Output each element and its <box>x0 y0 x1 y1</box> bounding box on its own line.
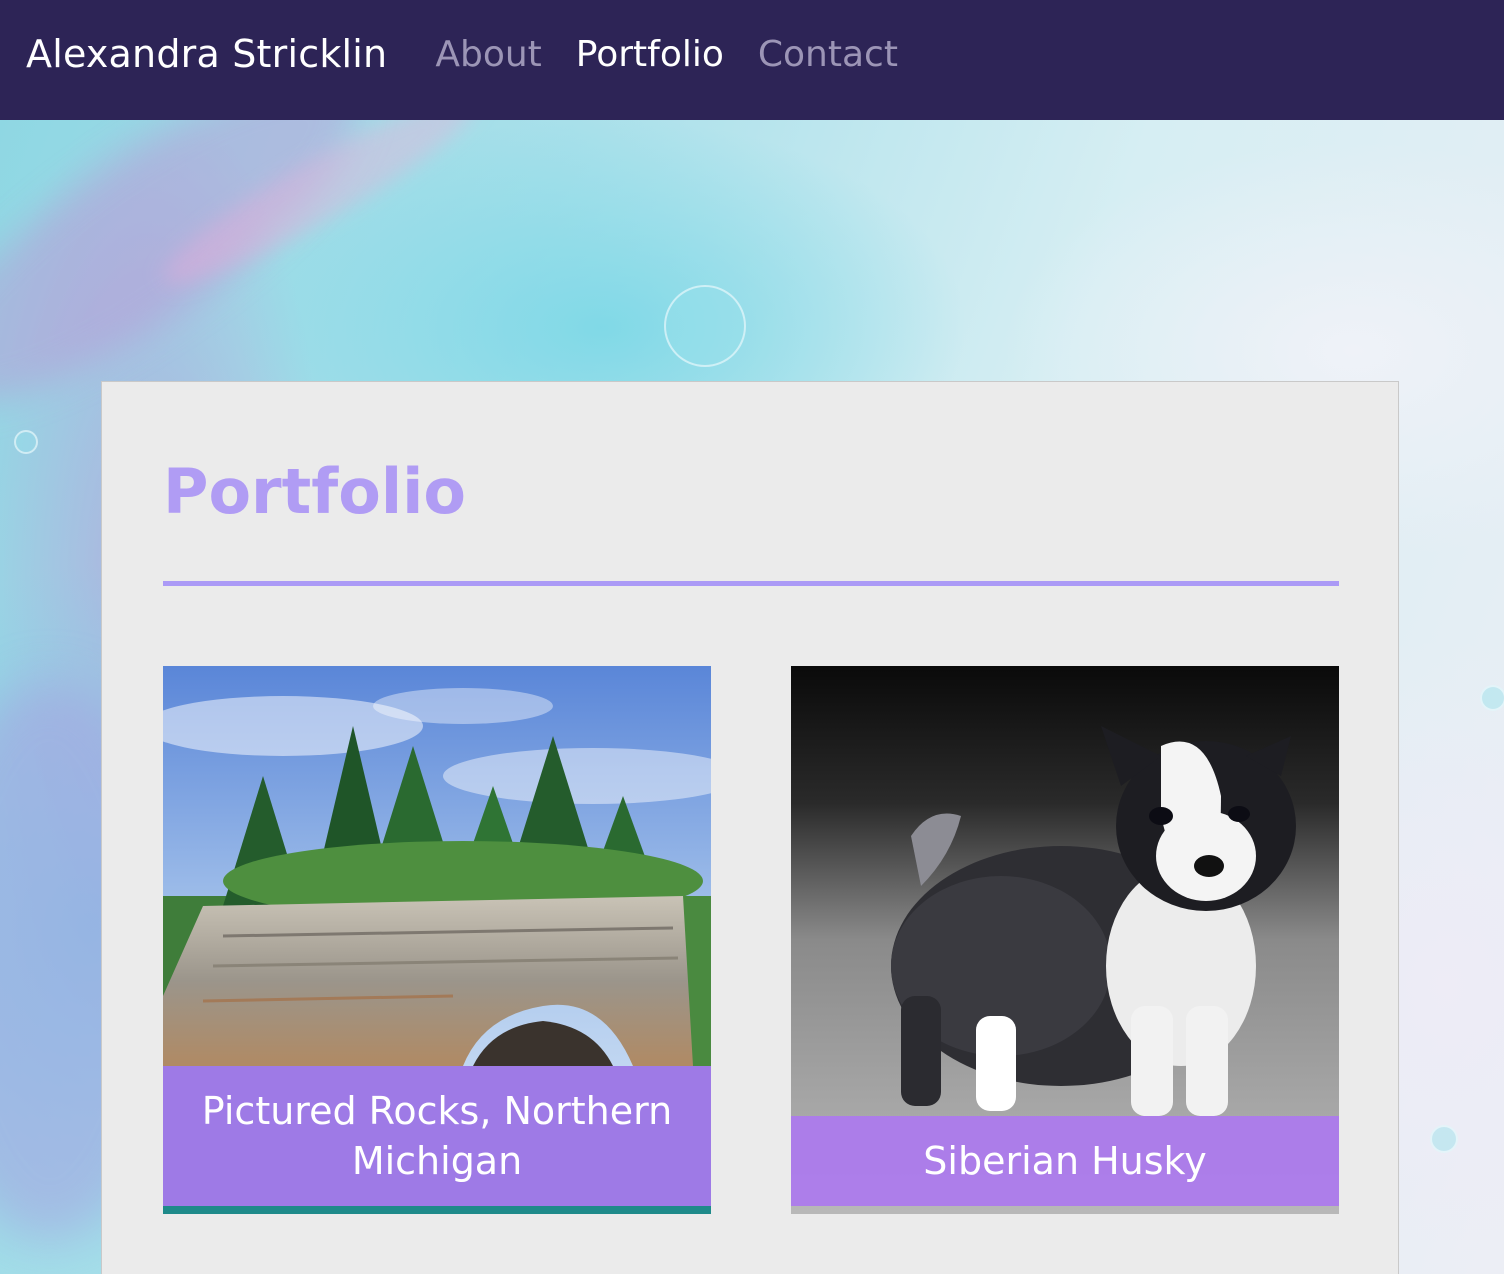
portfolio-card: Portfolio Pictured Rocks, Northern Michi… <box>101 381 1399 1274</box>
portfolio-caption: Pictured Rocks, Northern Michigan <box>163 1066 711 1206</box>
title-divider <box>163 581 1339 586</box>
nav-link-portfolio[interactable]: Portfolio <box>576 34 724 75</box>
nav-link-contact[interactable]: Contact <box>758 34 898 75</box>
portfolio-caption: Siberian Husky <box>791 1116 1339 1206</box>
page-title: Portfolio <box>163 455 466 528</box>
nav-link-about[interactable]: About <box>435 34 541 75</box>
portfolio-item-siberian-husky[interactable]: Siberian Husky <box>791 666 1339 1214</box>
brand-link[interactable]: Alexandra Stricklin <box>26 32 387 76</box>
top-navbar: Alexandra Stricklin About Portfolio Cont… <box>0 0 1504 120</box>
portfolio-item-pictured-rocks[interactable]: Pictured Rocks, Northern Michigan <box>163 666 711 1214</box>
